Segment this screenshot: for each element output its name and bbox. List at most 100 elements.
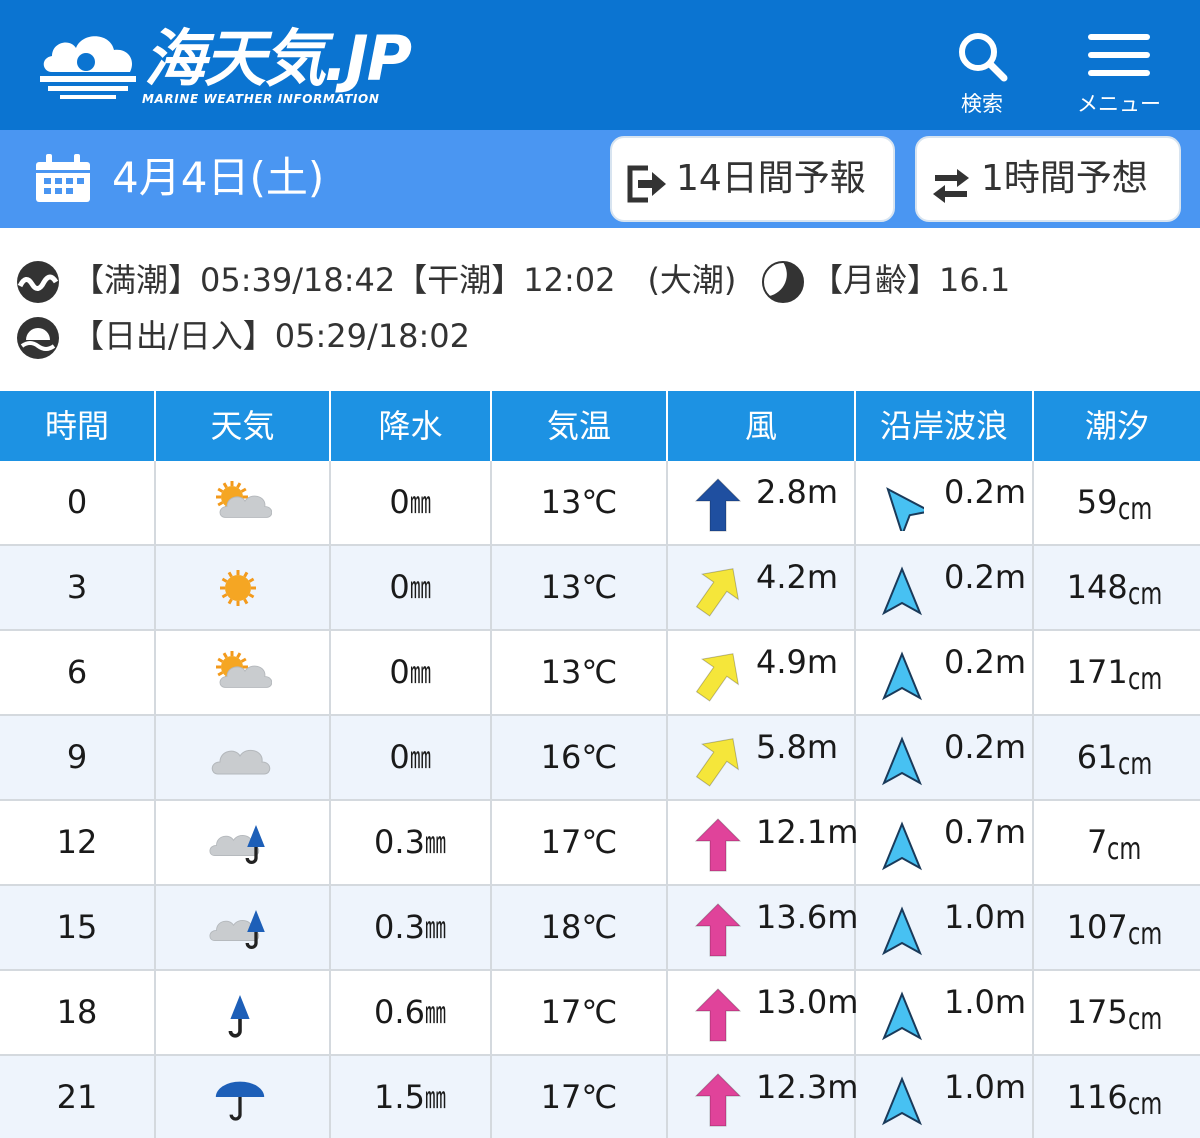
precip-unit: ㎜ (409, 656, 431, 691)
exit-arrow-icon (627, 165, 666, 203)
wind-cell: 13.6m (668, 886, 858, 969)
logo-text: 海天気.JP (144, 22, 412, 95)
cloud-rain-icon (209, 825, 265, 865)
precip-unit: ㎜ (409, 486, 431, 521)
wave-direction-icon (881, 651, 923, 701)
tide-cell: 116cm (1034, 1056, 1200, 1138)
wind-value: 4.2m (756, 558, 839, 596)
temp-cell: 18℃ (492, 886, 668, 969)
14-day-forecast-label: 14日間予報 (676, 158, 866, 199)
cloud-rain-icon (209, 910, 265, 950)
wind-value: 13.6m (756, 898, 859, 936)
moon-age: 【月齢】16.1 (811, 261, 1011, 299)
header-temp: 気温 (492, 391, 668, 461)
temp-cell: 17℃ (492, 801, 668, 884)
wave-cell: 0.2m (856, 631, 1034, 714)
wind-arrow-icon (695, 738, 740, 787)
weather-cell (156, 546, 331, 629)
table-row: 18 0.6㎜ 17℃ 13.0m 1.0m 175cm (0, 971, 1200, 1056)
tide-value: 7 (1086, 823, 1108, 861)
search-icon (959, 33, 1008, 82)
wave-direction-icon (881, 991, 923, 1041)
precip-value: 0.3 (374, 823, 425, 861)
wind-arrow-icon (694, 1073, 742, 1127)
tide-value: 148 (1066, 568, 1128, 606)
tide-cell: 59cm (1034, 461, 1200, 544)
tide-unit: cm (1127, 662, 1162, 697)
wind-arrow-icon (695, 568, 740, 617)
header-tide: 潮汐 (1084, 407, 1149, 445)
search-button[interactable]: 検索 (927, 30, 1037, 120)
hamburger-menu-icon (1088, 34, 1150, 76)
wave-cell: 0.2m (856, 716, 1034, 799)
swap-arrows-icon (933, 169, 969, 203)
tide-cell: 171cm (1034, 631, 1200, 714)
precip-unit: ㎜ (409, 741, 431, 776)
time-value: 9 (66, 738, 88, 776)
wind-cell: 4.9m (668, 631, 856, 714)
precip-cell: 0.3㎜ (331, 886, 492, 969)
wind-cell: 13.0m (668, 971, 858, 1054)
precip-value: 1.5 (374, 1078, 425, 1116)
wind-arrow-icon (694, 903, 742, 957)
time-value: 3 (66, 568, 88, 606)
wave-direction-icon (886, 487, 924, 531)
wind-arrow-icon (694, 818, 742, 872)
sun-cloud-icon (216, 651, 272, 688)
tide-cell: 148cm (1034, 546, 1200, 629)
tide-value: 61 (1076, 738, 1118, 776)
cloud-icon (211, 749, 271, 775)
umbrella-icon (215, 1081, 265, 1121)
time-value: 6 (66, 653, 88, 691)
precip-value: 0 (389, 568, 410, 606)
tide-times: 【満潮】05:39/18:42【干潮】12:02 (大潮) (72, 261, 737, 299)
wave-cell: 0.2m (856, 461, 1034, 544)
table-row: 15 0.3㎜ 18℃ 13.6m 1.0m 107cm (0, 886, 1200, 971)
precip-unit: ㎜ (424, 996, 446, 1031)
header-precip: 降水 (331, 391, 492, 461)
precip-value: 0.3 (374, 908, 425, 946)
1-hour-forecast-button[interactable]: 1時間予想 (915, 136, 1181, 222)
precip-cell: 0㎜ (331, 546, 492, 629)
search-label: 検索 (961, 92, 1003, 116)
weather-cell (156, 801, 331, 884)
tide-cell: 175cm (1034, 971, 1200, 1054)
tide-value: 59 (1076, 483, 1118, 521)
wind-arrow-icon (694, 988, 742, 1042)
temp-value: 16℃ (540, 738, 618, 776)
site-logo[interactable]: 海天気.JP MARINE WEATHER INFORMATION (38, 22, 438, 112)
wave-value: 0.2m (944, 473, 1027, 511)
time-value: 18 (56, 993, 98, 1031)
14-day-forecast-button[interactable]: 14日間予報 (610, 136, 895, 222)
closed-umbrella-icon (228, 995, 250, 1038)
wave-direction-icon (881, 821, 923, 871)
sun-cloud-icon (216, 481, 272, 518)
moon-icon (762, 261, 804, 303)
temp-value: 18℃ (540, 908, 618, 946)
wind-arrow-icon (695, 653, 740, 702)
table-row: 9 0㎜ 16℃ 5.8m 0.2m 61cm (0, 716, 1200, 801)
wind-value: 12.1m (756, 813, 859, 851)
time-cell: 12 (0, 801, 156, 884)
temp-cell: 17℃ (492, 1056, 668, 1138)
tide-cell: 61cm (1034, 716, 1200, 799)
precip-unit: ㎜ (424, 826, 446, 861)
time-value: 12 (56, 823, 98, 861)
precip-cell: 0㎜ (331, 631, 492, 714)
logo-cloud-icon (40, 36, 136, 99)
time-cell: 18 (0, 971, 156, 1054)
wave-cell: 1.0m (856, 971, 1034, 1054)
menu-button[interactable]: メニュー (1064, 30, 1174, 120)
table-row: 3 0㎜ 13℃ 4.2m 0.2m 148cm (0, 546, 1200, 631)
temp-value: 17℃ (540, 823, 618, 861)
header-weather: 天気 (156, 391, 331, 461)
temp-value: 17℃ (540, 993, 618, 1031)
wind-value: 4.9m (756, 643, 839, 681)
wind-value: 2.8m (756, 473, 839, 511)
time-cell: 6 (0, 631, 156, 714)
wave-value: 1.0m (944, 983, 1027, 1021)
weather-cell (156, 716, 331, 799)
logo-subtitle: MARINE WEATHER INFORMATION (142, 92, 380, 106)
1-hour-forecast-label: 1時間予想 (981, 158, 1148, 199)
precip-cell: 0.6㎜ (331, 971, 492, 1054)
